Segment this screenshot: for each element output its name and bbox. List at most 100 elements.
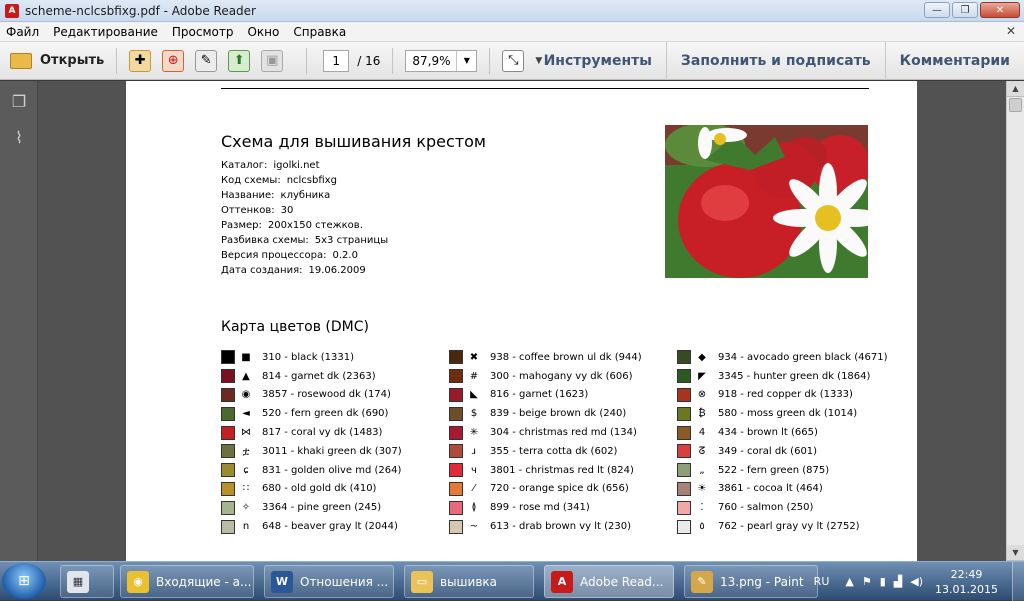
- menu-window[interactable]: Окно: [247, 25, 279, 39]
- open-button[interactable]: Открыть: [10, 52, 105, 69]
- close-button[interactable]: ✕: [980, 2, 1020, 18]
- clock-time: 22:49: [950, 567, 983, 581]
- stitch-symbol-icon: $: [470, 408, 478, 420]
- info-key: Разбивка схемы:: [221, 235, 309, 246]
- stitch-symbol-icon: ɹ: [471, 445, 477, 457]
- info-value: 0.2.0: [332, 250, 358, 261]
- strawberry-preview-image: [665, 125, 868, 278]
- color-swatch: [221, 444, 235, 459]
- info-key: Оттенков:: [221, 205, 275, 216]
- taskbar-app-button[interactable]: ▭ вышивка: [404, 565, 534, 598]
- toolbar-panels: Инструменты Заполнить и подписать Коммен…: [530, 42, 1024, 80]
- color-legend-row: #300 - mahogany vy dk (606): [449, 367, 679, 386]
- pdf-page: Схема для вышивания крестом Каталог: igol…: [126, 81, 917, 561]
- info-value: клубника: [280, 190, 331, 201]
- toolbar-separator: [116, 47, 118, 74]
- color-swatch: [449, 463, 463, 478]
- stitch-symbol-icon: ո: [242, 521, 250, 533]
- document-area: Схема для вышивания крестом Каталог: igol…: [38, 81, 1006, 561]
- color-swatch: [221, 519, 235, 534]
- maximize-button[interactable]: ❐: [952, 2, 978, 18]
- flag-icon[interactable]: ⚑: [862, 575, 872, 588]
- save-icon[interactable]: ▣: [261, 49, 284, 72]
- stitch-symbol-icon: ◣: [470, 389, 478, 401]
- color-legend-row: ✧ 3364 - pine green (245): [221, 498, 451, 517]
- color-swatch: [221, 500, 235, 515]
- taskbar: ⊞ ▦ RU ▲ ⚑ ▮ ▟ ◀) 22:49 13.01.2015 ◉ Вход…: [0, 561, 1024, 601]
- window-title: scheme-nclcsbfixg.pdf - Adobe Reader: [25, 3, 256, 18]
- stitch-symbol-icon: ɕ: [243, 464, 249, 476]
- stitch-symbol-icon: ◉: [241, 389, 251, 401]
- combine-files-icon[interactable]: ⊕: [162, 49, 185, 72]
- menu-view[interactable]: Просмотр: [172, 25, 234, 39]
- color-legend-row: ✳ 304 - christmas red md (134): [449, 423, 679, 442]
- open-label: Открыть: [40, 53, 105, 68]
- scroll-up-icon[interactable]: ▲: [1007, 81, 1024, 97]
- info-value: nclcsbfixg: [286, 175, 337, 186]
- clock[interactable]: 22:49 13.01.2015: [935, 567, 998, 597]
- color-label: 899 - rose md (341): [490, 502, 590, 514]
- fit-page-icon[interactable]: ⤡: [502, 49, 525, 72]
- upload-icon[interactable]: ⬆: [228, 49, 251, 72]
- pages-thumbnails-icon[interactable]: ❐: [10, 91, 28, 111]
- info-value: igolki.net: [273, 160, 320, 171]
- scroll-thumb[interactable]: [1009, 98, 1022, 112]
- chrome-icon: ◉: [127, 570, 149, 593]
- color-label: 522 - fern green (875): [718, 464, 830, 476]
- adobe-reader-icon: A: [551, 570, 573, 593]
- stitch-symbol-icon: ٥: [699, 521, 705, 533]
- show-hidden-icons-icon[interactable]: ▲: [845, 575, 853, 588]
- pinned-program-manager[interactable]: ▦: [60, 565, 114, 598]
- color-legend-row: ⁄ 720 - orange spice dk (656): [449, 480, 679, 499]
- volume-icon[interactable]: ◀): [910, 575, 923, 588]
- color-legend-row: ■ 310 - black (1331): [221, 348, 451, 367]
- battery-icon[interactable]: ▮: [880, 575, 886, 588]
- taskbar-app-button[interactable]: ✎ 13.png - Paint: [684, 565, 818, 598]
- network-icon[interactable]: ▟: [894, 575, 902, 588]
- color-legend-row: ₿ 580 - moss green dk (1014): [677, 404, 907, 423]
- start-button[interactable]: ⊞: [2, 563, 46, 599]
- stitch-symbol-icon: ∷: [242, 483, 250, 495]
- attachments-icon[interactable]: ⌇: [10, 127, 28, 147]
- info-key: Название:: [221, 190, 275, 201]
- stitch-symbol-icon: #: [469, 370, 479, 382]
- edit-icon[interactable]: ✎: [195, 49, 218, 72]
- stitch-symbol-icon: ቷ: [242, 445, 250, 457]
- menu-edit[interactable]: Редактирование: [53, 25, 158, 39]
- close-document-icon[interactable]: ✕: [1006, 24, 1016, 38]
- stitch-symbol-icon: ◆: [698, 351, 706, 363]
- color-swatch: [221, 463, 235, 478]
- taskbar-app-button[interactable]: A Adobe Read...: [544, 565, 674, 598]
- chevron-down-icon[interactable]: ▼: [456, 50, 476, 71]
- stitch-symbol-icon: ⋈: [241, 427, 251, 439]
- color-swatch: [449, 387, 463, 402]
- taskbar-app-button[interactable]: W Отношения ...: [264, 565, 394, 598]
- zoom-value: 87,9%: [412, 53, 451, 68]
- fill-sign-button[interactable]: Заполнить и подписать: [665, 42, 885, 80]
- tools-button[interactable]: Инструменты: [530, 42, 666, 80]
- menu-help[interactable]: Справка: [293, 25, 346, 39]
- vertical-scrollbar[interactable]: ▲ ▼: [1006, 81, 1024, 561]
- stitch-symbol-icon: ◄: [242, 408, 250, 420]
- color-legend-row: ≬ 899 - rose md (341): [449, 498, 679, 517]
- folder-icon: ▭: [411, 570, 433, 593]
- minimize-button[interactable]: —: [924, 2, 950, 18]
- create-pdf-icon[interactable]: ✚: [129, 49, 152, 72]
- scroll-down-icon[interactable]: ▼: [1007, 545, 1024, 561]
- taskbar-app-button[interactable]: ◉ Входящие - а...: [120, 565, 254, 598]
- toolbar-separator: [489, 47, 491, 74]
- color-swatch: [677, 463, 691, 478]
- color-label: 580 - moss green dk (1014): [718, 408, 858, 420]
- info-row: Оттенков: 30: [221, 203, 388, 218]
- zoom-select[interactable]: 87,9% ▼: [405, 49, 478, 72]
- color-swatch: [449, 500, 463, 515]
- color-swatch: [221, 406, 235, 421]
- color-label: 3011 - khaki green dk (307): [262, 445, 402, 457]
- color-swatch: [449, 350, 463, 365]
- info-key: Версия процессора:: [221, 250, 327, 261]
- stitch-symbol-icon: ч: [471, 464, 477, 476]
- comments-button[interactable]: Комментарии: [884, 42, 1024, 80]
- show-desktop-button[interactable]: [1012, 562, 1024, 601]
- menu-file[interactable]: Файл: [6, 25, 39, 39]
- page-number-input[interactable]: 1: [323, 49, 350, 72]
